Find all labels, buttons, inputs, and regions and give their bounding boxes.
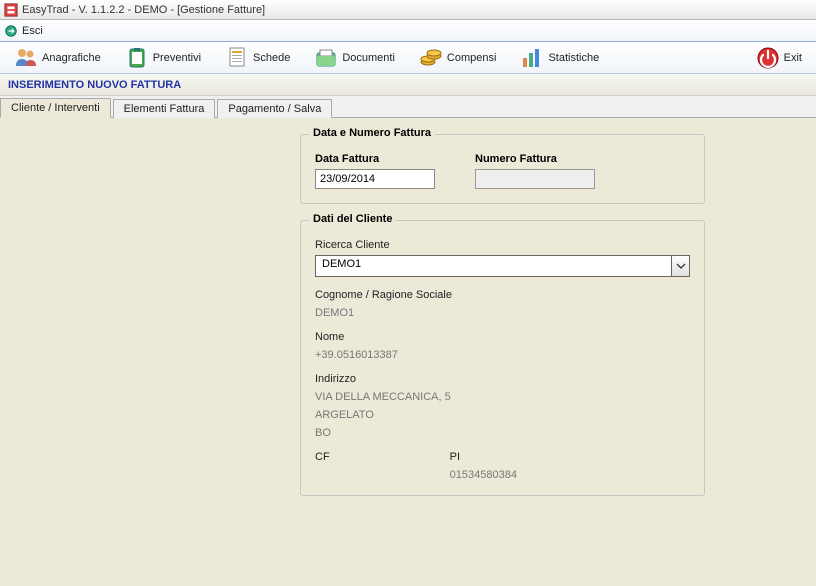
- value-pi: 01534580384: [450, 469, 517, 481]
- title-bar: EasyTrad - V. 1.1.2.2 - DEMO - [Gestione…: [0, 0, 816, 20]
- coins-icon: [419, 46, 443, 70]
- dropdown-ricerca-cliente[interactable]: DEMO1: [315, 255, 690, 277]
- input-numero-fattura: [475, 169, 595, 189]
- menu-bar: Esci: [0, 20, 816, 42]
- toolbar-documenti[interactable]: Documenti: [308, 44, 401, 72]
- tab-elementi[interactable]: Elementi Fattura: [113, 99, 216, 118]
- group-title: Data e Numero Fattura: [309, 127, 435, 139]
- value-indirizzo-3: BO: [315, 427, 690, 439]
- value-indirizzo-2: ARGELATO: [315, 409, 690, 421]
- toolbar-label: Anagrafiche: [42, 52, 101, 64]
- label-cognome: Cognome / Ragione Sociale: [315, 289, 690, 301]
- group-data-numero: Data e Numero Fattura Data Fattura Numer…: [300, 134, 705, 204]
- value-nome: +39.0516013387: [315, 349, 690, 361]
- value-cognome: DEMO1: [315, 307, 690, 319]
- toolbar-exit[interactable]: Exit: [750, 44, 808, 72]
- toolbar-anagrafiche[interactable]: Anagrafiche: [8, 44, 107, 72]
- toolbar-label: Schede: [253, 52, 290, 64]
- label-indirizzo: Indirizzo: [315, 373, 690, 385]
- clipboard-icon: [125, 46, 149, 70]
- group-title: Dati del Cliente: [309, 213, 396, 225]
- toolbar-compensi[interactable]: Compensi: [413, 44, 503, 72]
- group-dati-cliente: Dati del Cliente Ricerca Cliente DEMO1 C…: [300, 220, 705, 496]
- folder-icon: [314, 46, 338, 70]
- section-title: INSERIMENTO NUOVO FATTURA: [8, 79, 181, 91]
- dropdown-value: DEMO1: [316, 256, 671, 276]
- toolbar-statistiche[interactable]: Statistiche: [514, 44, 605, 72]
- app-icon: [4, 3, 18, 17]
- people-icon: [14, 46, 38, 70]
- toolbar-label: Statistiche: [548, 52, 599, 64]
- exit-menu-icon[interactable]: [4, 24, 18, 38]
- label-data-fattura: Data Fattura: [315, 153, 435, 165]
- window-title: EasyTrad - V. 1.1.2.2 - DEMO - [Gestione…: [22, 4, 265, 16]
- tab-pagamento[interactable]: Pagamento / Salva: [217, 99, 332, 118]
- toolbar-label: Exit: [784, 52, 802, 64]
- chart-icon: [520, 46, 544, 70]
- toolbar-label: Compensi: [447, 52, 497, 64]
- chevron-down-icon[interactable]: [671, 256, 689, 276]
- toolbar-preventivi[interactable]: Preventivi: [119, 44, 207, 72]
- toolbar: Anagrafiche Preventivi Schede Documenti …: [0, 42, 816, 74]
- power-icon: [756, 46, 780, 70]
- content-area: Data e Numero Fattura Data Fattura Numer…: [0, 118, 816, 496]
- label-pi: PI: [450, 451, 517, 463]
- label-nome: Nome: [315, 331, 690, 343]
- value-indirizzo-1: VIA DELLA MECCANICA, 5: [315, 391, 690, 403]
- label-numero-fattura: Numero Fattura: [475, 153, 595, 165]
- section-header: INSERIMENTO NUOVO FATTURA: [0, 74, 816, 96]
- toolbar-label: Preventivi: [153, 52, 201, 64]
- label-ricerca-cliente: Ricerca Cliente: [315, 239, 690, 251]
- sheet-icon: [225, 46, 249, 70]
- tab-cliente[interactable]: Cliente / Interventi: [0, 98, 111, 118]
- label-cf: CF: [315, 451, 330, 463]
- toolbar-label: Documenti: [342, 52, 395, 64]
- toolbar-schede[interactable]: Schede: [219, 44, 296, 72]
- input-data-fattura[interactable]: [315, 169, 435, 189]
- tab-strip: Cliente / Interventi Elementi Fattura Pa…: [0, 96, 816, 118]
- menu-esci[interactable]: Esci: [22, 25, 43, 37]
